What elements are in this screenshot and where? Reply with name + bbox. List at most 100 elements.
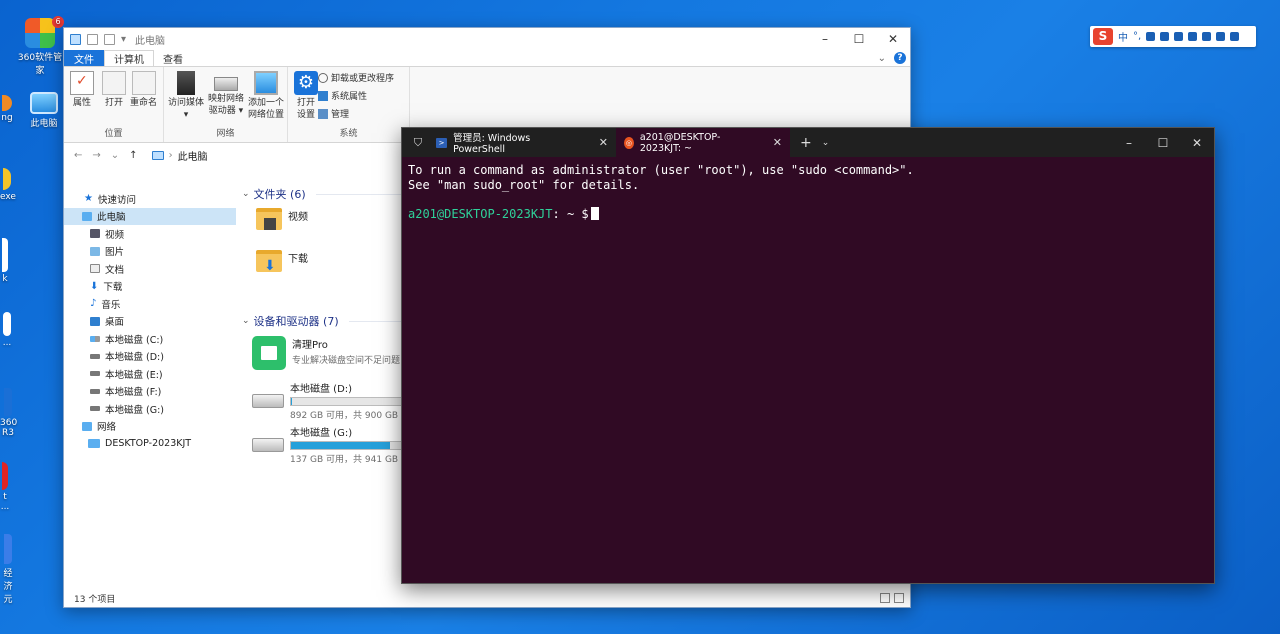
minimize-button[interactable]: – [808, 32, 842, 46]
maximize-button[interactable]: ☐ [1146, 136, 1180, 150]
rename-button[interactable]: 重命名 [130, 71, 157, 109]
nav-item-drive-e[interactable]: 本地磁盘 (E:) [64, 365, 236, 383]
microphone-icon[interactable] [1146, 32, 1156, 41]
prompt-path: : ~ $ [552, 206, 589, 221]
network-drive-icon [214, 77, 238, 91]
section-header-devices[interactable]: ⌄ 设备和驱动器 (7) [242, 311, 402, 331]
nav-item-network[interactable]: 网络 [64, 418, 236, 436]
terminal-window[interactable]: ⛉ > 管理员: Windows PowerShell ✕ ◎ a201@DES… [401, 127, 1215, 584]
device-item-drive-d[interactable]: 本地磁盘 (D:) 892 GB 可用，共 900 GB [252, 380, 408, 421]
recent-locations-icon[interactable]: ⌄ [111, 150, 119, 161]
desktop-icon-partial[interactable]: exe [0, 168, 16, 202]
desktop-icon-this-pc[interactable]: 此电脑 [24, 92, 64, 129]
folder-item-downloads[interactable]: ⬇ 下载 [256, 250, 308, 274]
device-item-drive-g[interactable]: 本地磁盘 (G:) 137 GB 可用，共 941 GB [252, 424, 408, 465]
help-icon[interactable]: ? [894, 52, 906, 64]
ime-toolbar[interactable]: S 中 °, [1090, 26, 1256, 47]
manage-button[interactable]: 管理 [318, 107, 349, 120]
new-folder-icon[interactable] [104, 33, 115, 45]
video-folder-icon [256, 208, 282, 230]
forward-icon[interactable]: → [92, 150, 100, 161]
desktop-icon-partial[interactable]: 360 R3 [0, 388, 17, 438]
nav-item-music[interactable]: ♪ 音乐 [64, 295, 236, 313]
monitor-icon[interactable] [70, 33, 81, 45]
keyboard-icon[interactable] [1160, 32, 1170, 41]
user-icon[interactable] [1188, 32, 1198, 41]
chevron-down-icon[interactable]: ▾ [121, 34, 127, 45]
nav-item-quick-access[interactable]: ★ 快速访问 [64, 190, 236, 208]
ime-punctuation-toggle[interactable]: °, [1133, 31, 1141, 42]
properties-icon[interactable] [87, 33, 98, 45]
device-label: 本地磁盘 (G:) [290, 428, 353, 439]
close-button[interactable]: ✕ [876, 32, 910, 46]
terminal-output[interactable]: To run a command as administrator (user … [402, 157, 1214, 227]
drive-icon [252, 394, 284, 408]
chevron-down-icon: ⌄ [242, 316, 250, 326]
open-settings-button[interactable]: ⚙ 打开 设置 [294, 71, 318, 121]
desktop-icon-partial[interactable]: ng [0, 95, 14, 123]
system-properties-button[interactable]: 系统属性 [318, 89, 367, 102]
tab-file[interactable]: 文件 [64, 50, 104, 66]
chevron-down-icon[interactable]: ⌄ [878, 53, 886, 64]
minimize-button[interactable]: – [1112, 136, 1146, 150]
breadcrumb-item[interactable]: 此电脑 [178, 148, 208, 163]
access-media-button[interactable]: 访问媒体 ▾ [168, 71, 204, 121]
new-tab-button[interactable]: + [800, 135, 812, 151]
address-path[interactable]: › 此电脑 [151, 148, 208, 163]
device-description: 专业解决磁盘空间不足问题 [292, 356, 401, 366]
desktop-icon-label: ... [0, 502, 10, 512]
settings-icon[interactable] [1230, 32, 1240, 41]
nav-item-videos[interactable]: 视频 [64, 225, 236, 243]
nav-item-downloads[interactable]: ⬇ 下载 [64, 278, 236, 296]
nav-item-drive-g[interactable]: 本地磁盘 (G:) [64, 400, 236, 418]
open-button[interactable]: 打开 [102, 71, 126, 109]
nav-item-pictures[interactable]: 图片 [64, 243, 236, 261]
desktop-icon-partial[interactable]: 经济 元 [0, 534, 16, 605]
device-item-cleaner-pro[interactable]: 清理Pro 专业解决磁盘空间不足问题 [252, 336, 400, 370]
terminal-line: See "man sudo_root" for details. [408, 177, 640, 192]
gamepad-icon[interactable] [1202, 32, 1212, 41]
nav-item-drive-c[interactable]: 本地磁盘 (C:) [64, 330, 236, 348]
tab-computer[interactable]: 计算机 [104, 50, 154, 66]
skin-icon[interactable] [1174, 32, 1184, 41]
desktop-icon-partial[interactable]: k [0, 238, 10, 284]
add-network-location-button[interactable]: 添加一个 网络位置 [248, 71, 284, 121]
terminal-tab-bar[interactable]: ⛉ > 管理员: Windows PowerShell ✕ ◎ a201@DES… [402, 128, 1214, 157]
tab-view[interactable]: 查看 [154, 50, 192, 66]
properties-button[interactable]: ✓ 属性 [70, 71, 94, 109]
close-tab-icon[interactable]: ✕ [773, 136, 782, 149]
nav-item-this-pc[interactable]: 此电脑 [64, 207, 236, 225]
ime-mode-toggle[interactable]: 中 [1118, 29, 1128, 44]
large-icons-view-icon[interactable] [894, 593, 904, 603]
tab-powershell[interactable]: > 管理员: Windows PowerShell ✕ [428, 128, 616, 157]
nav-item-drive-d[interactable]: 本地磁盘 (D:) [64, 348, 236, 366]
toolbox-icon[interactable] [1216, 32, 1226, 41]
ribbon-group-label: 位置 [104, 129, 123, 139]
music-note-icon: ♪ [90, 298, 97, 310]
app-icon [4, 388, 12, 416]
terminal-line: To run a command as administrator (user … [408, 163, 914, 177]
nav-item-desktop-computer[interactable]: DESKTOP-2023KJT [64, 435, 236, 453]
nav-item-desktop[interactable]: 桌面 [64, 313, 236, 331]
close-tab-icon[interactable]: ✕ [599, 136, 608, 149]
close-button[interactable]: ✕ [1180, 136, 1214, 150]
desktop-icon-360-software[interactable]: 360软件管家 6 [16, 16, 64, 76]
uninstall-program-button[interactable]: 卸载或更改程序 [318, 71, 394, 84]
sogou-logo[interactable]: S [1093, 28, 1113, 45]
profile-dropdown-button[interactable]: ⌄ [822, 138, 830, 148]
nav-item-documents[interactable]: 文档 [64, 260, 236, 278]
back-icon[interactable]: ← [74, 150, 82, 161]
up-icon[interactable]: ↑ [129, 150, 137, 161]
folder-item-videos[interactable]: 视频 [256, 208, 308, 230]
details-view-icon[interactable] [880, 593, 890, 603]
maximize-button[interactable]: ☐ [842, 32, 876, 46]
system-drive-icon [90, 335, 100, 342]
explorer-titlebar[interactable]: ▾ 此电脑 – ☐ ✕ [64, 28, 910, 50]
nav-item-drive-f[interactable]: 本地磁盘 (F:) [64, 383, 236, 401]
desktop-icon-partial[interactable]: t ... [0, 462, 10, 512]
tab-ubuntu[interactable]: ◎ a201@DESKTOP-2023KJT: ~ ✕ [616, 128, 790, 157]
star-icon: ★ [84, 193, 93, 205]
map-network-drive-button[interactable]: 映射网络 驱动器 ▾ [208, 71, 244, 117]
desktop-icon-label: 此电脑 [30, 119, 58, 129]
desktop-icon-partial[interactable]: ... [0, 312, 14, 348]
